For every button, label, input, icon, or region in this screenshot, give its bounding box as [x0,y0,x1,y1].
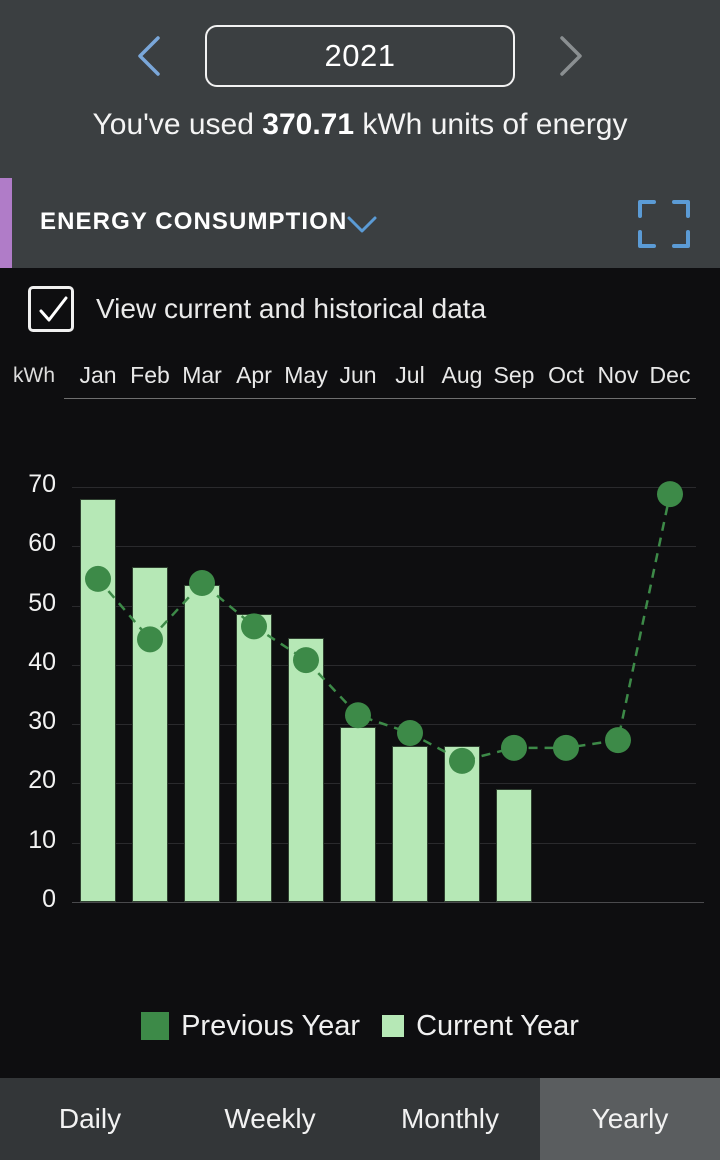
tab-weekly-label: Weekly [224,1103,316,1134]
previous-year-dashed-line [97,493,672,763]
data-point-jun [345,702,371,729]
data-point-apr [241,613,267,640]
summary-suffix: kWh units of energy [354,108,628,141]
legend-label-current: Current Year [416,1009,579,1042]
chevron-down-icon [347,216,377,233]
top-navigation-bar: 2021 You've used 370.71 kWh units of ene… [0,0,720,178]
legend-item-current: Current Year [382,1010,579,1043]
historical-data-label: View current and historical data [96,293,487,324]
historical-data-option: View current and historical data [0,268,720,350]
usage-summary: You've used 370.71 kWh units of energy [0,108,720,142]
data-point-jul [397,720,423,747]
previous-year-line [85,481,683,774]
legend-swatch-current [382,1015,405,1037]
data-point-aug [449,747,475,774]
data-point-may [293,647,319,674]
next-year-button[interactable] [553,32,587,80]
month-label-jun: Jun [339,362,377,388]
chart-legend: Previous Year Current Year [0,998,720,1054]
month-label-apr: Apr [236,362,272,388]
month-axis: kWh Jan Feb Mar Apr May Jun Jul Aug Sep Oct Nov Dec [0,350,720,396]
section-accent-bar [0,178,12,268]
section-dropdown-button[interactable] [345,214,379,241]
x-axis-baseline [72,902,704,903]
tab-yearly[interactable]: Yearly [540,1078,720,1160]
tab-yearly-label: Yearly [591,1103,669,1134]
data-point-dec [657,481,683,508]
axis-separator [64,398,696,399]
year-selector: 2021 [0,22,720,90]
summary-value: 370.71 [262,108,355,141]
year-value: 2021 [324,38,396,73]
data-point-mar [189,570,215,597]
data-point-jan [85,565,111,592]
data-point-sep [501,734,527,761]
month-label-nov: Nov [597,362,639,388]
legend-label-previous: Previous Year [181,1009,361,1042]
month-label-aug: Aug [441,362,483,388]
data-point-nov [605,727,631,754]
plot-area: 70 60 50 40 30 20 10 0 [0,400,720,960]
data-point-oct [553,734,579,761]
summary-prefix: You've used [92,108,263,141]
tab-daily-label: Daily [58,1103,122,1134]
month-label-sep: Sep [493,362,535,388]
energy-dashboard: 2021 You've used 370.71 kWh units of ene… [0,0,720,1160]
month-label-may: May [284,362,328,388]
month-label-oct: Oct [548,362,584,388]
unit-label: kWh [13,364,55,387]
tab-weekly[interactable]: Weekly [180,1078,360,1160]
year-display[interactable]: 2021 [205,25,515,87]
energy-chart: kWh Jan Feb Mar Apr May Jun Jul Aug Sep Oct Nov Dec… [0,350,720,1080]
tab-monthly[interactable]: Monthly [360,1078,540,1160]
checkmark-icon [39,296,68,322]
month-label-mar: Mar [182,362,222,388]
month-label-jul: Jul [395,362,425,388]
previous-year-button[interactable] [133,32,167,80]
section-title: ENERGY CONSUMPTION [40,208,348,235]
chevron-right-icon [560,36,582,76]
month-label-jan: Jan [79,362,117,388]
chevron-left-icon [138,36,160,76]
month-label-feb: Feb [130,362,170,388]
legend-item-previous: Previous Year [141,1010,360,1043]
data-point-feb [137,626,163,653]
period-tabs: Daily Weekly Monthly Yearly [0,1078,720,1160]
fullscreen-button[interactable] [636,198,692,255]
expand-fullscreen-icon [638,200,690,248]
tab-monthly-label: Monthly [400,1103,500,1134]
legend-swatch-previous [141,1012,170,1040]
section-header: ENERGY CONSUMPTION [0,178,720,268]
tab-daily[interactable]: Daily [0,1078,180,1160]
month-label-dec: Dec [649,362,691,388]
historical-data-checkbox[interactable] [28,286,74,332]
